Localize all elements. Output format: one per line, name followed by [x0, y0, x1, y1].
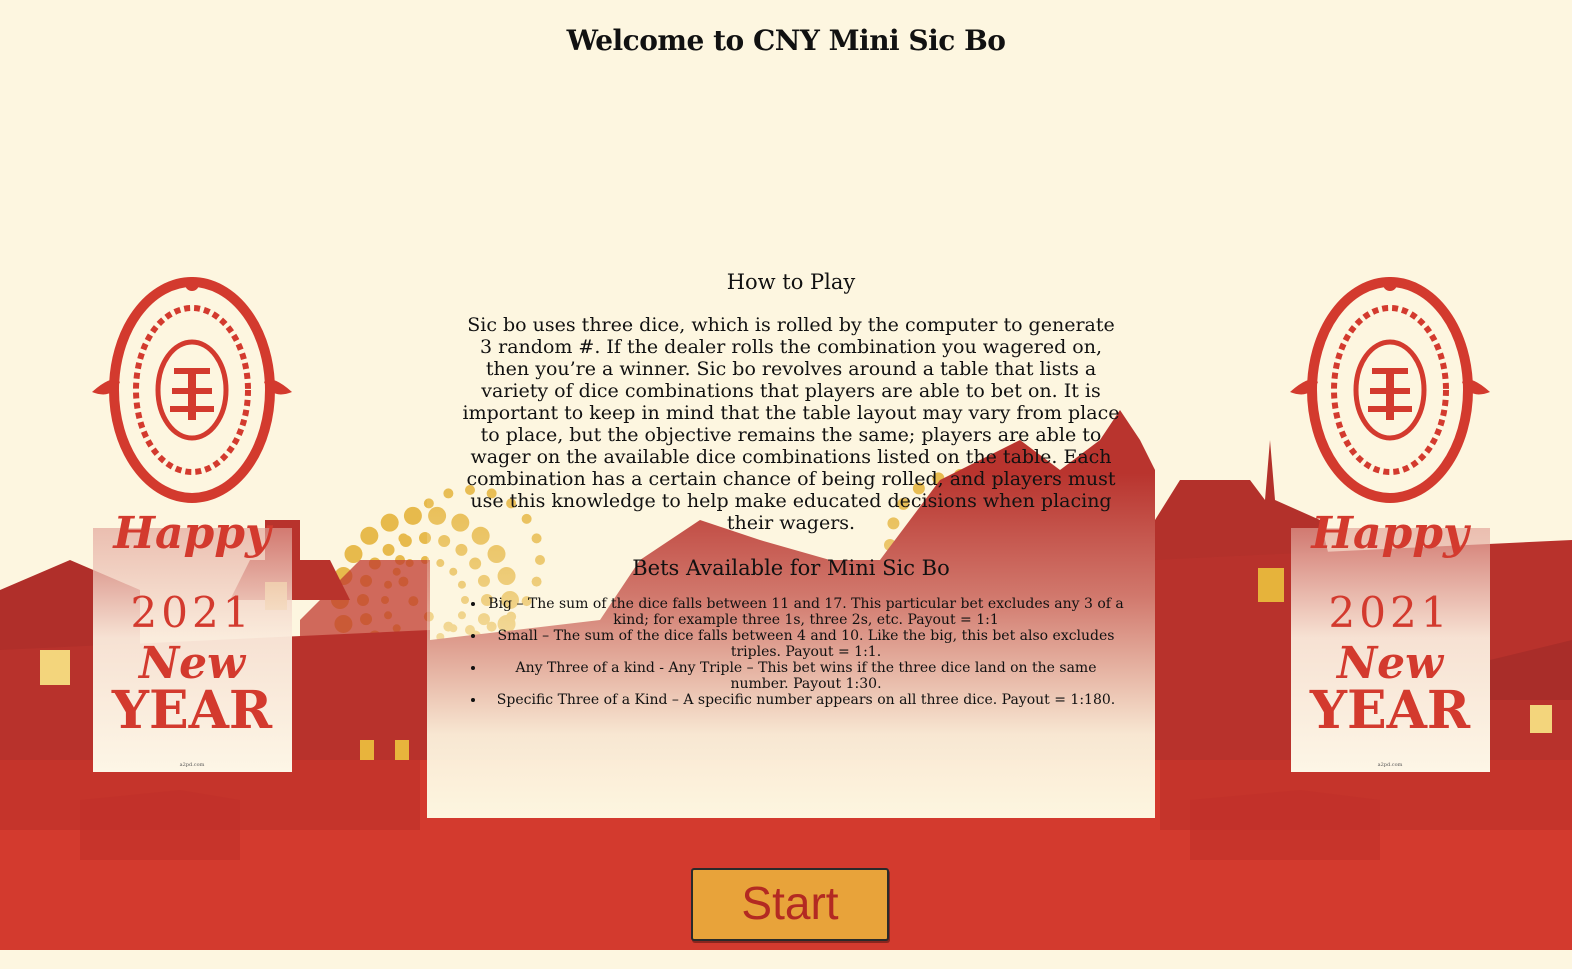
- banner-happy-text: Happy: [1311, 508, 1469, 559]
- bottom-strip: [0, 950, 1572, 969]
- banner-year-text: 2021: [130, 588, 254, 637]
- banner-credit-text: a2pd.com: [1377, 762, 1403, 768]
- how-to-play-heading: How to Play: [726, 270, 856, 294]
- firework-dot: [382, 543, 395, 556]
- firework-dot: [408, 513, 419, 524]
- game-welcome-screen: Welcome to CNY Mini Sic Bo Happy 2021 Ne…: [0, 0, 1572, 969]
- firework-dot: [380, 513, 399, 532]
- how-to-play-text: Sic bo uses three dice, which is rolled …: [462, 314, 1120, 534]
- happy-new-year-banner-right: Happy 2021 New YEAR a2pd.com: [1290, 270, 1490, 772]
- bet-item-specific-triple: Specific Three of a Kind – A specific nu…: [486, 692, 1126, 708]
- banner-happy-text: Happy: [113, 508, 271, 559]
- fortune-fish-papercut-icon: [1290, 277, 1490, 503]
- banner-year-word-text: YEAR: [111, 680, 273, 741]
- banner-credit-text: a2pd.com: [179, 762, 205, 768]
- instructions-panel: How to Play Sic bo uses three dice, whic…: [427, 262, 1155, 818]
- bets-list: Big – The sum of the dice falls between …: [456, 596, 1126, 708]
- bet-item-small: Small – The sum of the dice falls betwee…: [486, 628, 1126, 660]
- page-title: Welcome to CNY Mini Sic Bo: [566, 24, 1006, 57]
- fortune-fish-papercut-icon: [92, 277, 292, 503]
- bets-heading: Bets Available for Mini Sic Bo: [632, 556, 950, 580]
- happy-new-year-banner-left: Happy 2021 New YEAR a2pd.com: [92, 270, 292, 772]
- firework-dot: [398, 533, 409, 544]
- bet-item-any-triple: Any Three of a kind - Any Triple – This …: [486, 660, 1126, 692]
- banner-year-word-text: YEAR: [1309, 680, 1471, 741]
- start-button[interactable]: Start: [691, 868, 889, 941]
- bet-item-big: Big – The sum of the dice falls between …: [486, 596, 1126, 628]
- banner-year-text: 2021: [1328, 588, 1452, 637]
- firework-dot: [360, 526, 379, 545]
